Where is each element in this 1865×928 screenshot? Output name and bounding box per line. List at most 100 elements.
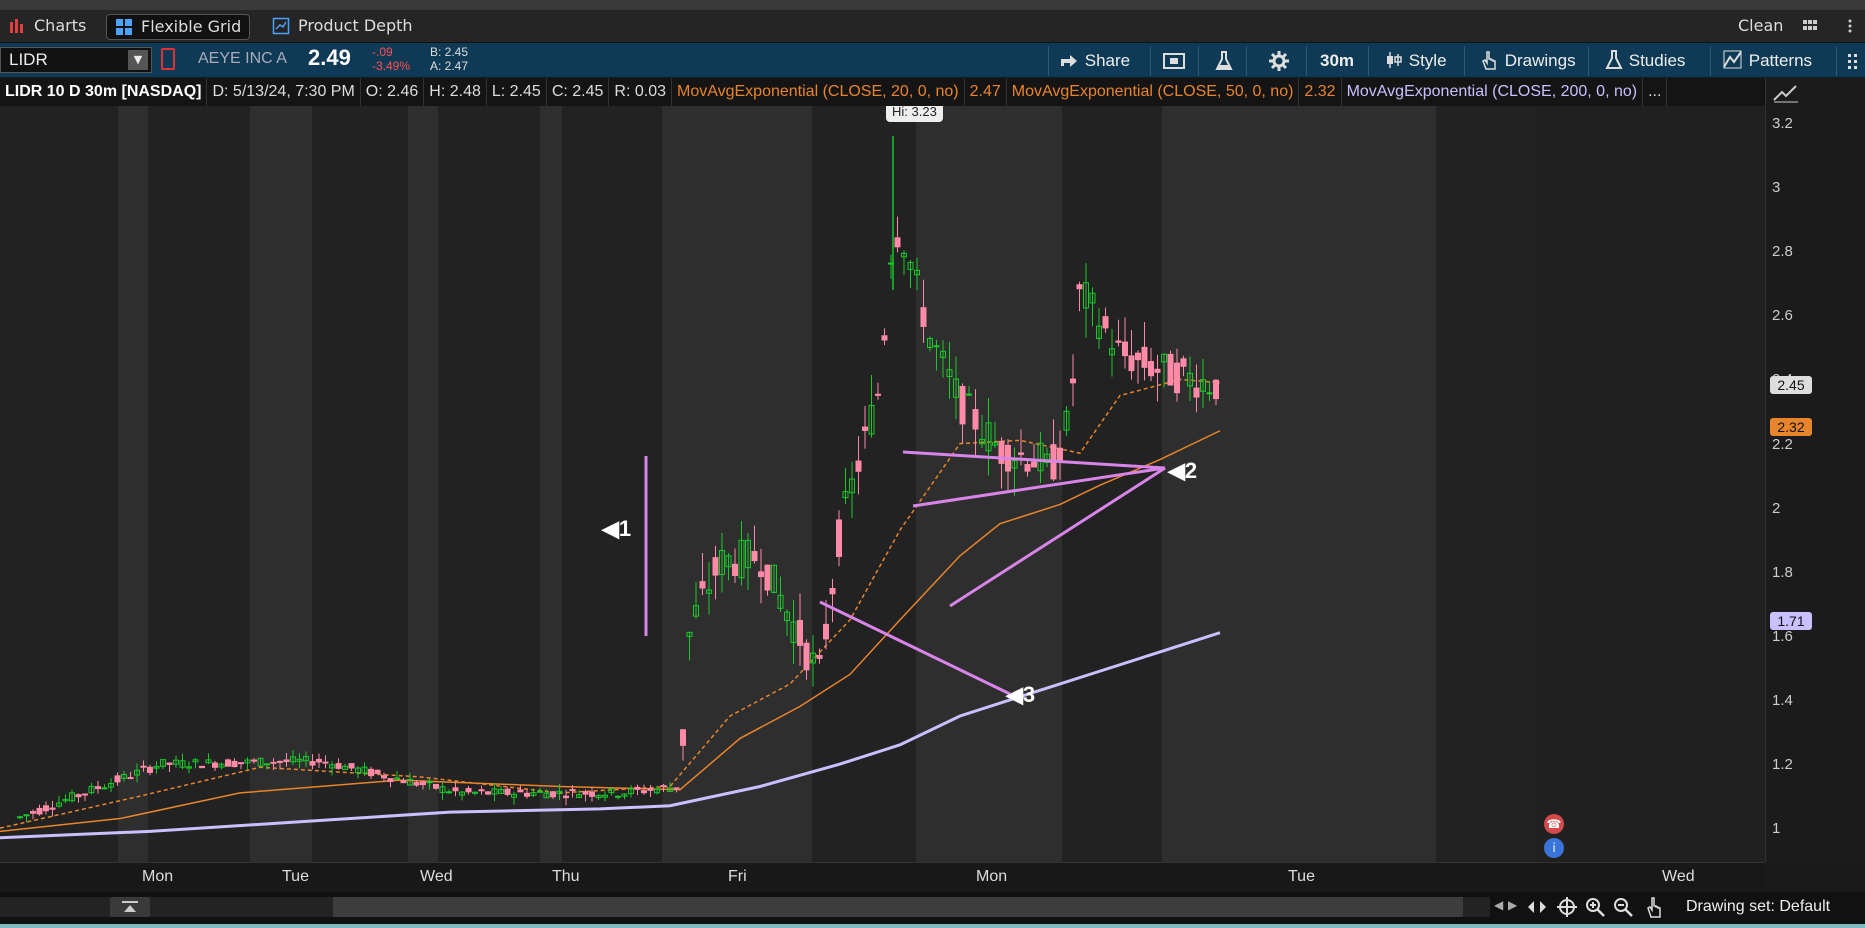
candle-body bbox=[1180, 358, 1187, 367]
candle-body bbox=[1206, 392, 1213, 395]
separator bbox=[1246, 46, 1247, 76]
candle-body bbox=[426, 781, 433, 784]
candle-body bbox=[680, 729, 686, 746]
candle-body bbox=[959, 385, 966, 425]
candle-body bbox=[231, 760, 238, 768]
marker-1[interactable]: ◀1 bbox=[602, 516, 631, 542]
ema200-label[interactable]: MovAvgExponential (CLOSE, 200, 0, no) bbox=[1342, 78, 1644, 106]
candle-body bbox=[36, 807, 43, 815]
candle-body bbox=[413, 782, 420, 786]
scroll-back-icon[interactable]: ◀ bbox=[1494, 898, 1503, 912]
study-more[interactable]: ... bbox=[1643, 78, 1668, 106]
dots-menu-icon[interactable] bbox=[1842, 18, 1858, 34]
candle-body bbox=[212, 762, 218, 768]
share-button[interactable]: Share bbox=[1058, 48, 1130, 74]
link-group-icon[interactable] bbox=[161, 48, 175, 70]
event-info-icon[interactable]: i bbox=[1544, 838, 1564, 858]
chart-canvas[interactable] bbox=[0, 106, 1765, 862]
session-band bbox=[118, 106, 148, 862]
candle-body bbox=[316, 758, 322, 763]
session-band bbox=[312, 106, 408, 862]
session-band bbox=[0, 106, 118, 862]
candle-body bbox=[49, 807, 56, 810]
ema50-price-tag: 2.32 bbox=[1770, 418, 1812, 436]
candle-body bbox=[537, 790, 543, 793]
price-chart[interactable]: Hi: 3.23 ◀1 ◀2 ◀3 ☎ i bbox=[0, 106, 1765, 862]
separator bbox=[1150, 46, 1151, 76]
candle-body bbox=[1057, 447, 1063, 461]
symbol-dropdown-arrow[interactable]: ▼ bbox=[128, 50, 148, 70]
candle-body bbox=[1154, 368, 1161, 373]
tab-flexible-grid[interactable]: Flexible Grid bbox=[106, 14, 251, 40]
x-tick-label: Wed bbox=[420, 868, 453, 885]
zoom-in-icon[interactable] bbox=[1584, 896, 1606, 918]
separator bbox=[1710, 46, 1711, 76]
share-label: Share bbox=[1084, 51, 1131, 70]
flask-icon[interactable] bbox=[1214, 50, 1234, 72]
calendar-icon[interactable] bbox=[1162, 52, 1186, 70]
candle-body bbox=[270, 761, 277, 764]
zoom-out-icon[interactable] bbox=[1612, 896, 1634, 918]
session-band bbox=[148, 106, 250, 862]
candle-body bbox=[569, 789, 576, 792]
y-tick-label: 2.6 bbox=[1772, 307, 1793, 325]
candle-body bbox=[803, 642, 810, 671]
tab-flexible-grid-label: Flexible Grid bbox=[141, 17, 242, 36]
grid-menu-icon[interactable] bbox=[1802, 18, 1818, 34]
ema20-value: 2.47 bbox=[965, 78, 1007, 106]
bar-high: H: 2.48 bbox=[424, 78, 487, 106]
drawings-button[interactable]: Drawings bbox=[1478, 48, 1576, 74]
candle-body bbox=[1193, 387, 1200, 398]
pan-horizontal-icon[interactable] bbox=[1526, 897, 1548, 917]
tab-charts[interactable]: Charts bbox=[0, 14, 94, 38]
drawing-set-selector[interactable]: Drawing set: Default bbox=[1686, 898, 1830, 916]
candle-body bbox=[550, 791, 556, 798]
candle-body bbox=[1213, 379, 1219, 400]
patterns-button[interactable]: Patterns bbox=[1722, 48, 1812, 74]
tab-product-depth[interactable]: Product Depth bbox=[264, 14, 421, 38]
tab-bar: Charts Flexible Grid Product Depth Clean bbox=[0, 10, 1865, 43]
share-icon bbox=[1061, 55, 1077, 67]
session-band bbox=[662, 106, 812, 862]
candle-body bbox=[855, 460, 862, 472]
time-axis[interactable] bbox=[0, 862, 1765, 893]
tab-product-depth-label: Product Depth bbox=[298, 16, 413, 35]
clean-button[interactable]: Clean bbox=[1738, 14, 1783, 38]
gear-icon[interactable] bbox=[1268, 50, 1290, 72]
candle-body bbox=[615, 795, 621, 798]
candle-body bbox=[972, 409, 979, 430]
y-tick-label: 2.2 bbox=[1772, 435, 1793, 453]
studies-button[interactable]: Studies bbox=[1604, 48, 1685, 74]
candle-body bbox=[394, 777, 400, 780]
candle-body bbox=[1167, 353, 1174, 386]
crosshair-icon[interactable] bbox=[1556, 896, 1578, 918]
bar-date: D: 5/13/24, 7:30 PM bbox=[207, 78, 361, 106]
alert-icon[interactable]: ☎ bbox=[1544, 814, 1564, 834]
marker-3[interactable]: ◀3 bbox=[1006, 682, 1035, 708]
chart-bars-icon bbox=[10, 19, 23, 33]
candle-body bbox=[1128, 355, 1135, 372]
marker-2[interactable]: ◀2 bbox=[1168, 458, 1197, 484]
expand-button[interactable] bbox=[110, 897, 150, 917]
candle-body bbox=[465, 787, 472, 793]
drawing-tool-icon[interactable] bbox=[1772, 82, 1800, 104]
style-button[interactable]: Style bbox=[1384, 48, 1447, 74]
ema20-label[interactable]: MovAvgExponential (CLOSE, 20, 0, no) bbox=[672, 78, 965, 106]
product-depth-icon bbox=[272, 17, 290, 35]
candle-body bbox=[966, 393, 972, 396]
studies-label: Studies bbox=[1628, 51, 1686, 70]
candle-body bbox=[478, 789, 485, 792]
ema50-label[interactable]: MovAvgExponential (CLOSE, 50, 0, no) bbox=[1007, 78, 1300, 106]
scroll-thumb[interactable] bbox=[333, 897, 1463, 917]
session-band bbox=[408, 106, 438, 862]
session-band bbox=[1062, 106, 1162, 862]
candle-body bbox=[43, 805, 49, 812]
hand-tool-icon[interactable] bbox=[1644, 895, 1666, 919]
scroll-forward-icon[interactable]: ▶ bbox=[1508, 898, 1517, 912]
candle-body bbox=[862, 426, 868, 431]
x-tick-label: Fri bbox=[728, 868, 747, 885]
more-dots-icon[interactable] bbox=[1846, 52, 1860, 70]
company-name: AEYE INC A bbox=[198, 50, 287, 67]
interval-button[interactable]: 30m bbox=[1320, 48, 1354, 74]
bid-price: B: 2.45 bbox=[430, 45, 469, 59]
